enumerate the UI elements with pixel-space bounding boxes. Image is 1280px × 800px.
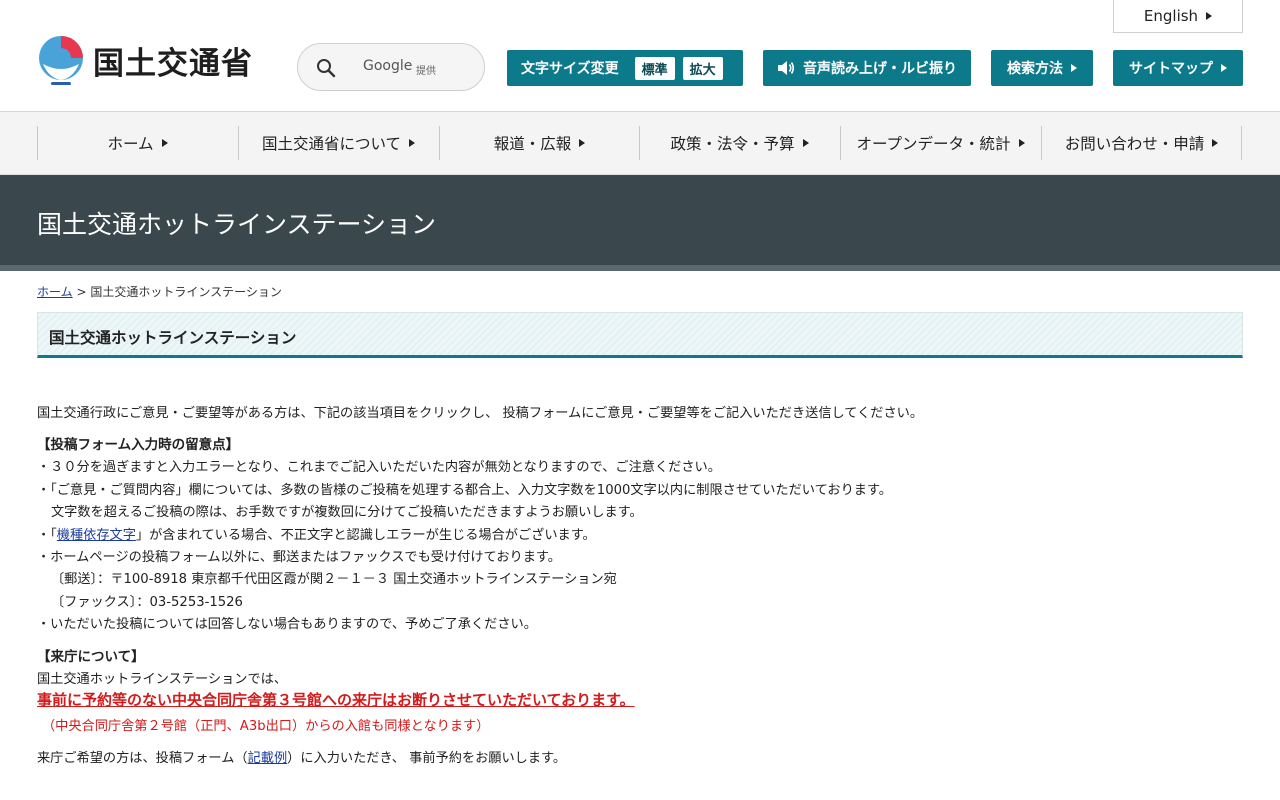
visit-reservation-text: 来庁ご希望の方は、投稿フォーム（記載例）に入力いただき、 事前予約をお願いします… xyxy=(37,747,566,766)
section-title: 国土交通ホットラインステーション xyxy=(49,329,297,347)
nav-item-label: 政策・法令・予算 xyxy=(670,135,795,153)
arrow-right-icon xyxy=(802,139,809,147)
note-char-limit-cont: 文字数を超えるご投稿の際は、お手数ですが複数回に分けてご投稿いただきますようお願… xyxy=(51,505,643,520)
breadcrumb-home-link[interactable]: ホーム xyxy=(37,285,73,299)
site-search-box[interactable]: Google 提供 xyxy=(297,43,485,91)
nav-item-opendata[interactable]: オープンデータ・統計 xyxy=(840,126,1040,160)
nav-item-contact[interactable]: お問い合わせ・申請 xyxy=(1041,126,1242,160)
site-header: 国土交通省 Google 提供 English 文字サイズ変更 標準 拡大 音声… xyxy=(0,0,1280,112)
nav-item-about[interactable]: 国土交通省について xyxy=(238,126,438,160)
visit-heading: 【来庁について】 xyxy=(37,649,145,665)
logo-text: 国土交通省 xyxy=(93,45,253,82)
voice-reading-button[interactable]: 音声読み上げ・ルビ振り xyxy=(763,50,971,86)
note-timeout: ・３０分を過ぎますと入力エラーとなり、これまでご記入いただいた内容が無効となりま… xyxy=(37,460,721,475)
breadcrumb: ホーム > 国土交通ホットラインステーション xyxy=(37,283,282,300)
voice-reading-label: 音声読み上げ・ルビ振り xyxy=(803,61,957,77)
example-link[interactable]: 記載例 xyxy=(248,751,288,766)
font-size-label: 文字サイズ変更 xyxy=(521,61,619,77)
font-size-control: 文字サイズ変更 標準 拡大 xyxy=(507,50,743,86)
arrow-right-icon xyxy=(161,139,168,147)
font-size-standard-button[interactable]: 標準 xyxy=(634,56,675,80)
global-nav: ホーム 国土交通省について 報道・広報 政策・法令・予算 オープンデータ・統計 … xyxy=(0,112,1280,175)
nav-item-home[interactable]: ホーム xyxy=(37,126,237,160)
nav-item-label: 報道・広報 xyxy=(493,135,572,153)
arrow-right-icon xyxy=(1018,139,1025,147)
arrow-right-icon xyxy=(1206,12,1213,20)
note-char-limit: ・「ご意見・ご質問内容」欄については、多数の皆様のご投稿を処理する都合上、入力文… xyxy=(37,483,892,498)
note-no-reply: ・いただいた投稿については回答しない場合もありますので、予めご了承ください。 xyxy=(37,617,537,632)
english-label: English xyxy=(1143,7,1199,25)
sitemap-button[interactable]: サイトマップ xyxy=(1113,50,1243,86)
nav-item-press[interactable]: 報道・広報 xyxy=(439,126,639,160)
site-logo[interactable]: 国土交通省 xyxy=(37,34,253,86)
arrow-right-icon xyxy=(1212,139,1219,147)
note3-prefix: ・「 xyxy=(37,528,57,543)
mail-address: 〔郵送〕：〒100-8918 東京都千代田区霞が関２－１－３ 国土交通ホットライ… xyxy=(51,572,617,587)
english-button[interactable]: English xyxy=(1113,0,1243,33)
notes-heading: 【投稿フォーム入力時の留意点】 xyxy=(37,437,240,453)
breadcrumb-separator: > xyxy=(76,285,87,299)
nav-item-label: お問い合わせ・申請 xyxy=(1064,135,1205,153)
nav-item-policy[interactable]: 政策・法令・予算 xyxy=(639,126,839,160)
nav-item-label: ホーム xyxy=(107,135,154,153)
arrow-right-icon xyxy=(1221,64,1227,72)
sitemap-label: サイトマップ xyxy=(1129,61,1213,77)
arrow-right-icon xyxy=(1071,64,1077,72)
visit2-prefix: 来庁ご希望の方は、投稿フォーム（ xyxy=(37,751,248,766)
note-mail-fax: ・ホームページの投稿フォーム以外に、郵送またはファックスでも受け付けております。 xyxy=(37,550,561,565)
breadcrumb-current: 国土交通ホットラインステーション xyxy=(90,285,282,299)
visit-warning-note: （中央合同庁舎第２号館（正門、A3b出口）からの入館も同様となります） xyxy=(42,719,490,734)
search-provider-sub: 提供 xyxy=(416,66,436,77)
page-title: 国土交通ホットラインステーション xyxy=(37,210,437,239)
visit-warning: 事前に予約等のない中央合同庁舎第３号館への来庁はお断りさせていただいております。 xyxy=(37,691,635,709)
search-method-button[interactable]: 検索方法 xyxy=(991,50,1093,86)
note3-suffix: 」が含まれている場合、不正文字と認識しエラーが生じる場合がございます。 xyxy=(135,528,596,543)
note-dependent-chars: ・「機種依存文字」が含まれている場合、不正文字と認識しエラーが生じる場合がござい… xyxy=(37,524,596,543)
speaker-icon xyxy=(778,61,795,75)
nav-item-label: 国土交通省について xyxy=(261,135,402,153)
section-heading: 国土交通ホットラインステーション xyxy=(37,312,1243,358)
search-icon[interactable] xyxy=(316,58,336,78)
visit-text: 国土交通ホットラインステーションでは、 xyxy=(37,672,288,687)
page-banner: 国土交通ホットラインステーション xyxy=(0,175,1280,271)
visit2-suffix: ）に入力いただき、 事前予約をお願いします。 xyxy=(287,751,567,766)
search-method-label: 検索方法 xyxy=(1007,61,1063,77)
dependent-chars-link[interactable]: 機種依存文字 xyxy=(57,528,136,543)
font-size-large-button[interactable]: 拡大 xyxy=(682,56,723,80)
nav-item-label: オープンデータ・統計 xyxy=(856,135,1011,153)
fax-number: 〔ファックス〕：03-5253-1526 xyxy=(51,595,243,610)
arrow-right-icon xyxy=(409,139,416,147)
intro-text: 国土交通行政にご意見・ご要望等がある方は、下記の該当項目をクリックし、 投稿フォ… xyxy=(37,406,924,421)
mlit-logo-icon xyxy=(39,36,83,85)
search-provider-label: Google xyxy=(363,58,413,74)
arrow-right-icon xyxy=(579,139,586,147)
